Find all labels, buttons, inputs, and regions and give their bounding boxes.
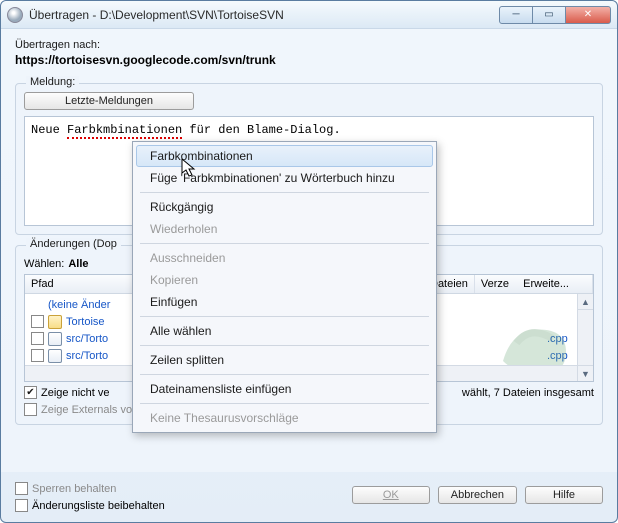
message-legend: Meldung: (26, 76, 79, 88)
close-button[interactable]: ✕ (565, 6, 611, 24)
selection-status: wählt, 7 Dateien insgesamt (462, 387, 594, 399)
app-icon (7, 7, 23, 23)
menu-separator (140, 345, 429, 346)
keep-locks-checkbox[interactable] (15, 482, 28, 495)
row-checkbox[interactable] (31, 332, 44, 345)
titlebar[interactable]: Übertragen - D:\Development\SVN\Tortoise… (1, 1, 617, 29)
window-title: Übertragen - D:\Development\SVN\Tortoise… (29, 8, 499, 22)
menu-separator (140, 243, 429, 244)
vertical-scrollbar[interactable]: ▲ ▼ (577, 294, 593, 381)
recent-messages-button[interactable]: Letzte-Meldungen (24, 92, 194, 110)
menu-separator (140, 403, 429, 404)
scroll-down-icon[interactable]: ▼ (578, 365, 593, 381)
changes-legend: Änderungen (Dop (26, 238, 121, 250)
menu-separator (140, 192, 429, 193)
context-menu-item[interactable]: Alle wählen (136, 320, 433, 342)
help-button[interactable]: Hilfe (525, 486, 603, 504)
keep-changelist-checkbox[interactable] (15, 499, 28, 512)
select-all-link[interactable]: Alle (68, 258, 88, 270)
file-icon (48, 349, 62, 363)
file-icon (48, 332, 62, 346)
misspelled-word: Farbkmbinationen (67, 123, 182, 139)
maximize-button[interactable]: ▭ (532, 6, 566, 24)
context-menu-item[interactable]: Zeilen splitten (136, 349, 433, 371)
row-checkbox[interactable] (31, 349, 44, 362)
context-menu-item[interactable]: Einfügen (136, 291, 433, 313)
cancel-button[interactable]: Abbrechen (438, 486, 517, 504)
context-menu-item[interactable]: Farbkombinationen (136, 145, 433, 167)
context-menu-item[interactable]: Rückgängig (136, 196, 433, 218)
context-menu-item: Ausschneiden (136, 247, 433, 269)
show-externals-checkbox[interactable] (24, 403, 37, 416)
context-menu-item[interactable]: Dateinamensliste einfügen (136, 378, 433, 400)
spellcheck-context-menu[interactable]: FarbkombinationenFüge 'Farbkmbinationen'… (132, 141, 437, 433)
context-menu-item: Kopieren (136, 269, 433, 291)
commit-to-label: Übertragen nach: (15, 39, 603, 51)
keep-changelist-label: Änderungsliste beibehalten (32, 500, 165, 512)
choose-label: Wählen: (24, 258, 64, 270)
menu-separator (140, 374, 429, 375)
show-unversioned-label: Zeige nicht ve (41, 387, 109, 399)
show-unversioned-checkbox[interactable]: ✔ (24, 386, 37, 399)
minimize-button[interactable]: ─ (499, 6, 533, 24)
commit-dialog: Übertragen - D:\Development\SVN\Tortoise… (0, 0, 618, 523)
context-menu-item: Keine Thesaurusvorschläge (136, 407, 433, 429)
col-ext[interactable]: Erweite... (517, 275, 575, 293)
context-menu-item: Wiederholen (136, 218, 433, 240)
folder-icon (48, 315, 62, 329)
menu-separator (140, 316, 429, 317)
scroll-up-icon[interactable]: ▲ (578, 294, 593, 310)
context-menu-item[interactable]: Füge 'Farbkmbinationen' zu Wörterbuch hi… (136, 167, 433, 189)
keep-locks-label: Sperren behalten (32, 483, 116, 495)
commit-url: https://tortoisesvn.googlecode.com/svn/t… (15, 53, 603, 67)
ok-button[interactable]: OK (352, 486, 430, 504)
row-checkbox[interactable] (31, 315, 44, 328)
